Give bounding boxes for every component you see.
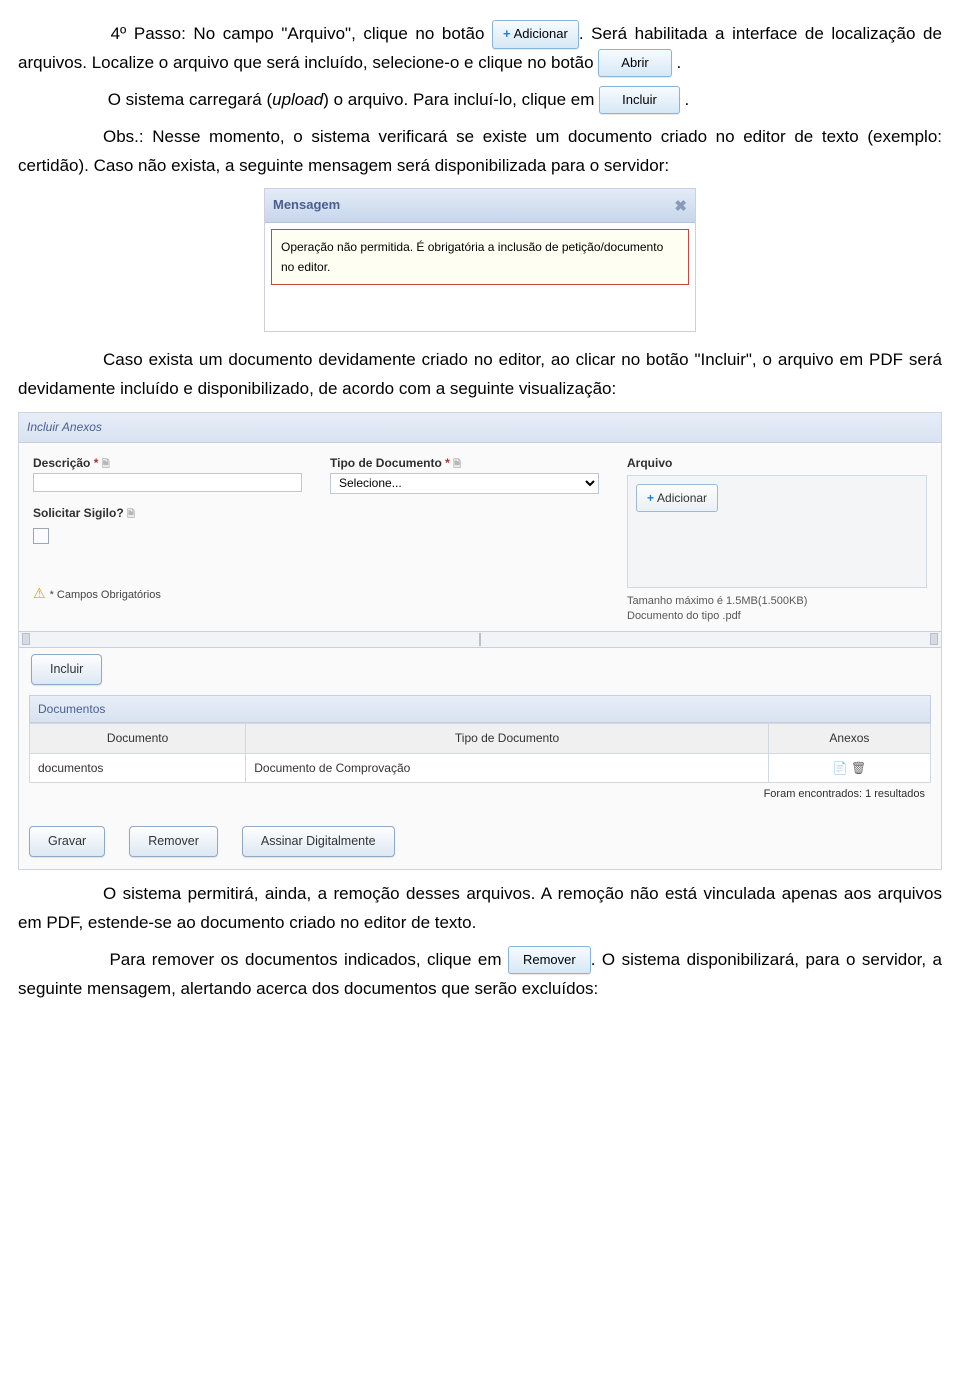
arquivo-field-group: Arquivo +Adicionar Tamanho máximo é 1.5M… xyxy=(627,453,927,625)
remocao-paragraph: O sistema permitirá, ainda, a remoção de… xyxy=(18,880,942,938)
action-button-row: Gravar Remover Assinar Digitalmente xyxy=(19,814,941,869)
descricao-field-group: Descrição * 🗎 Solicitar Sigilo? 🗎 ⚠* Cam… xyxy=(33,453,302,606)
horizontal-scrollbar[interactable] xyxy=(19,631,941,648)
text: 4º Passo: No campo "Arquivo", clique no … xyxy=(111,24,485,43)
delete-icon[interactable]: 🗑 xyxy=(851,761,866,775)
table-header-row: Documento Tipo de Documento Anexos xyxy=(30,724,931,753)
documentos-subpanel: Documentos Documento Tipo de Documento A… xyxy=(29,695,931,804)
obs-paragraph: Obs.: Nesse momento, o sistema verificar… xyxy=(18,123,942,181)
assinar-digitalmente-button[interactable]: Assinar Digitalmente xyxy=(242,826,395,857)
table-row: documentos Documento de Comprovação 📄 🗑 xyxy=(30,753,931,782)
descricao-input[interactable] xyxy=(33,473,302,492)
close-icon[interactable]: ✖ xyxy=(674,194,687,220)
cell-anexos: 📄 🗑 xyxy=(768,753,930,782)
scroll-right-icon[interactable] xyxy=(930,633,938,645)
plus-icon: + xyxy=(647,491,654,505)
remover-button-inline[interactable]: Remover xyxy=(508,946,591,974)
th-documento: Documento xyxy=(30,724,246,753)
cell-documento: documentos xyxy=(30,753,246,782)
incluir-button[interactable]: Incluir xyxy=(31,654,102,685)
adicionar-button[interactable]: +Adicionar xyxy=(492,20,579,48)
tipo-documento-select[interactable]: Selecione... xyxy=(330,473,599,494)
documentos-table: Documento Tipo de Documento Anexos docum… xyxy=(29,723,931,783)
sigilo-checkbox[interactable] xyxy=(33,528,49,544)
th-anexos: Anexos xyxy=(768,724,930,753)
scroll-thumb[interactable] xyxy=(479,633,481,646)
help-icon: 🗎 xyxy=(453,459,461,470)
gravar-button[interactable]: Gravar xyxy=(29,826,105,857)
tipo-label: Tipo de Documento * 🗎 xyxy=(330,456,461,470)
arquivo-label: Arquivo xyxy=(627,456,672,470)
caso-exista-paragraph: Caso exista um documento devidamente cri… xyxy=(18,346,942,404)
message-body: Operação não permitida. É obrigatória a … xyxy=(271,229,689,286)
sigilo-label: Solicitar Sigilo? 🗎 xyxy=(33,506,135,520)
panel-title: Incluir Anexos xyxy=(19,413,941,442)
remover-button[interactable]: Remover xyxy=(129,826,218,857)
cell-tipo: Documento de Comprovação xyxy=(246,753,769,782)
tipo-documento-field-group: Tipo de Documento * 🗎 Selecione... xyxy=(330,453,599,494)
message-title-bar: Mensagem ✖ xyxy=(265,189,695,222)
upload-paragraph: O sistema carregará (upload) o arquivo. … xyxy=(18,86,942,115)
text: Para remover os documentos indicados, cl… xyxy=(109,950,501,969)
scroll-left-icon[interactable] xyxy=(22,633,30,645)
result-count: Foram encontrados: 1 resultados xyxy=(29,785,931,804)
text: O sistema carregará ( xyxy=(108,90,272,109)
adicionar-button-panel[interactable]: +Adicionar xyxy=(636,484,718,512)
descricao-label: Descrição * 🗎 xyxy=(33,456,110,470)
pdf-icon[interactable]: 📄 xyxy=(833,761,848,775)
remover-instr-paragraph: Para remover os documentos indicados, cl… xyxy=(18,946,942,1004)
step4-paragraph: 4º Passo: No campo "Arquivo", clique no … xyxy=(18,20,942,78)
upload-italic: upload xyxy=(272,90,323,109)
documentos-title: Documentos xyxy=(29,695,931,723)
incluir-button-inline[interactable]: Incluir xyxy=(599,86,680,114)
warning-icon: ⚠ xyxy=(33,585,46,601)
incluir-anexos-panel: Incluir Anexos Descrição * 🗎 Solicitar S… xyxy=(18,412,942,870)
help-icon: 🗎 xyxy=(102,459,110,470)
plus-icon: + xyxy=(503,26,511,41)
message-title: Mensagem xyxy=(273,197,340,212)
message-dialog: Mensagem ✖ Operação não permitida. É obr… xyxy=(264,188,696,332)
text: ) o arquivo. Para incluí-lo, clique em xyxy=(323,90,594,109)
arquivo-dropzone: +Adicionar xyxy=(627,475,927,588)
th-tipo: Tipo de Documento xyxy=(246,724,769,753)
file-hint: Tamanho máximo é 1.5MB(1.500KB) Document… xyxy=(627,594,927,625)
help-icon: 🗎 xyxy=(127,509,135,520)
required-note: ⚠* Campos Obrigatórios xyxy=(33,582,302,606)
abrir-button[interactable]: Abrir xyxy=(598,49,671,77)
